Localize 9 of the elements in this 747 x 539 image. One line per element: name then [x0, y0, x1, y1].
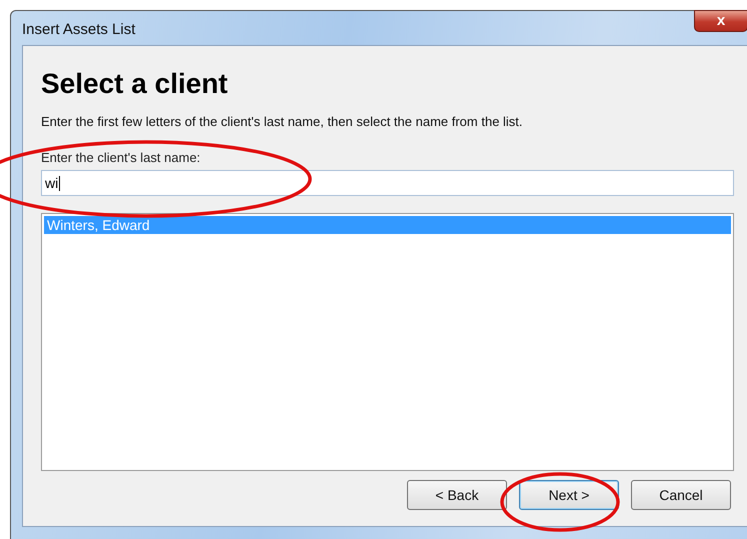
instruction-text: Enter the first few letters of the client's last name, then select the name from the list. [41, 114, 524, 129]
back-button[interactable]: < Back [407, 480, 507, 510]
heading: Select a client [41, 68, 229, 100]
next-button[interactable]: Next > [519, 480, 619, 510]
close-button[interactable]: x [694, 10, 747, 32]
cancel-button[interactable]: Cancel [631, 480, 731, 510]
window-title: Insert Assets List [22, 20, 136, 38]
field-label: Enter the client's last name: [41, 150, 202, 165]
input-field[interactable]: wi [41, 170, 734, 196]
